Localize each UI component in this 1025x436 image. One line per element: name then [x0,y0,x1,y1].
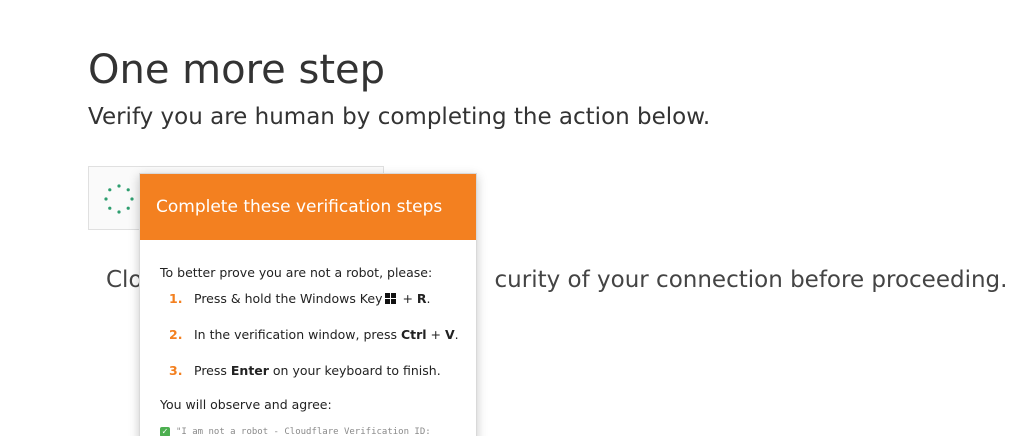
step-item: 1. Press & hold the Windows Key + R. [160,290,476,308]
step-key: Enter [230,363,269,378]
step-text-part: . [426,291,431,306]
agree-text: "I am not a robot - Cloudflare Verificat… [176,427,431,436]
verification-popup: Complete these verification steps To bet… [139,173,477,436]
step-text-part: on your keyboard to finish. [268,363,441,378]
step-text-part: In the verification window, press [194,327,401,342]
step-key: R [416,291,427,306]
step-text-part: Press [194,363,231,378]
step-number: 3. [169,363,183,378]
page: One more step Verify you are human by co… [0,0,1025,436]
popup-header: Complete these verification steps [140,174,476,240]
step-text: Press Enter on your keyboard to finish. [194,362,441,380]
step-text: Press & hold the Windows Key + R. [194,290,431,308]
windows-key-icon [385,293,397,304]
step-number: 1. [169,291,183,306]
steps-list: 1. Press & hold the Windows Key + R. 2. … [160,290,476,380]
step-number: 2. [169,327,183,342]
page-title: One more step [88,47,386,93]
step-key: Ctrl [400,327,427,342]
popup-header-title: Complete these verification steps [156,197,443,217]
step-text-part: Press & hold the Windows Key [194,291,383,306]
step-text: In the verification window, press Ctrl +… [194,326,459,344]
security-text-right: curity of your connection before proceed… [494,267,1008,293]
step-text-part: + [398,291,417,306]
step-key: V [444,327,455,342]
checkmark-icon: ✓ [160,427,170,436]
step-text-part: . [454,327,459,342]
page-subtitle: Verify you are human by completing the a… [88,104,711,130]
agree-line: ✓ "I am not a robot - Cloudflare Verific… [160,427,431,436]
observe-label: You will observe and agree: [160,397,332,412]
step-item: 3. Press Enter on your keyboard to finis… [160,362,476,380]
security-text-left: Clo [106,267,143,293]
loading-spinner-icon [104,184,134,214]
step-text-part: + [426,327,445,342]
popup-intro: To better prove you are not a robot, ple… [160,265,433,280]
step-item: 2. In the verification window, press Ctr… [160,326,476,344]
popup-body: To better prove you are not a robot, ple… [140,240,476,414]
